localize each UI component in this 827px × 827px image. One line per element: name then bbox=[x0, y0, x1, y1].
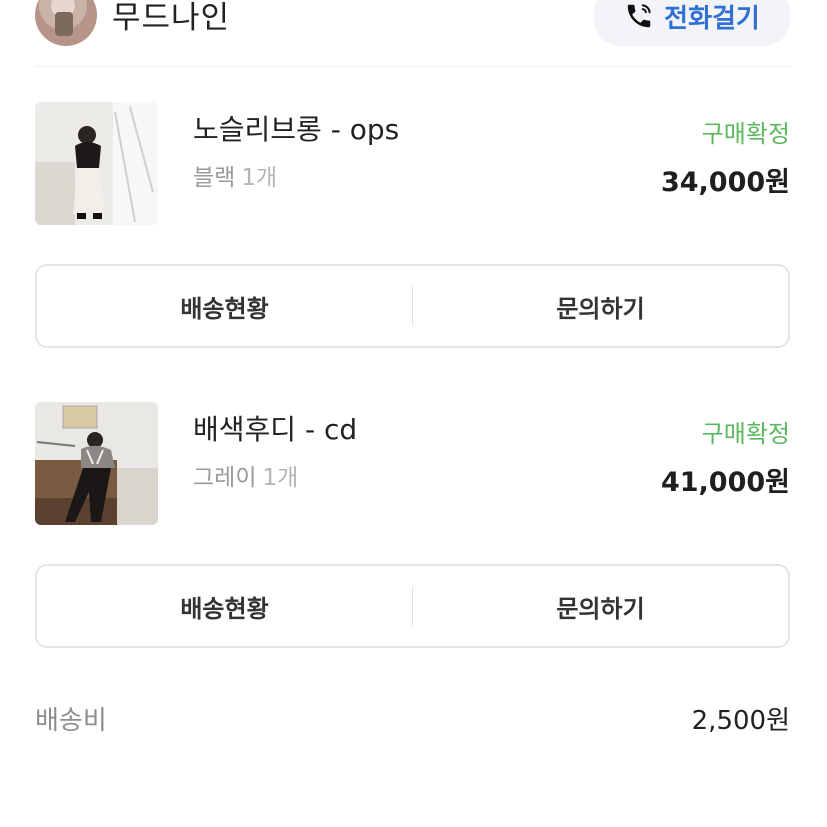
order-status: 구매확정 bbox=[701, 120, 790, 148]
product-thumbnail[interactable] bbox=[35, 402, 158, 525]
product-thumbnail[interactable] bbox=[35, 102, 158, 225]
product-option: 그레이 1개 bbox=[193, 458, 298, 492]
store-header: 무드나인 전화걸기 bbox=[0, 0, 827, 68]
product-name[interactable]: 배색후디 - cd bbox=[193, 408, 357, 448]
header-divider bbox=[35, 66, 792, 67]
shipping-fee-value: 2,500원 bbox=[691, 706, 790, 736]
shipping-status-button[interactable]: 배송현황 bbox=[37, 589, 412, 624]
shipping-status-button[interactable]: 배송현황 bbox=[37, 289, 412, 324]
order-item[interactable]: 노슬리브롱 - ops 블랙 1개 구매확정 34,000원 bbox=[0, 102, 827, 226]
product-name[interactable]: 노슬리브롱 - ops bbox=[193, 108, 399, 148]
product-option: 블랙 1개 bbox=[193, 158, 277, 192]
order-actions: 배송현황 문의하기 bbox=[35, 564, 790, 648]
phone-icon bbox=[627, 4, 651, 28]
order-item[interactable]: 배색후디 - cd 그레이 1개 구매확정 41,000원 bbox=[0, 402, 827, 526]
inquiry-button[interactable]: 문의하기 bbox=[413, 589, 788, 624]
shipping-fee-row: 배송비 2,500원 bbox=[35, 700, 790, 740]
order-actions: 배송현황 문의하기 bbox=[35, 264, 790, 348]
option-value: 블랙 bbox=[193, 165, 236, 191]
product-price: 41,000원 bbox=[660, 467, 790, 498]
product-price: 34,000원 bbox=[660, 167, 790, 198]
inquiry-button[interactable]: 문의하기 bbox=[413, 289, 788, 324]
shipping-fee-label: 배송비 bbox=[35, 706, 107, 736]
call-label: 전화걸기 bbox=[664, 3, 760, 34]
option-quantity: 1개 bbox=[262, 465, 299, 491]
store-name[interactable]: 무드나인 bbox=[112, 0, 230, 37]
store-avatar[interactable] bbox=[35, 0, 97, 46]
option-value: 그레이 bbox=[193, 465, 257, 491]
call-button[interactable]: 전화걸기 bbox=[594, 0, 790, 46]
option-quantity: 1개 bbox=[241, 165, 278, 191]
order-status: 구매확정 bbox=[701, 420, 790, 448]
